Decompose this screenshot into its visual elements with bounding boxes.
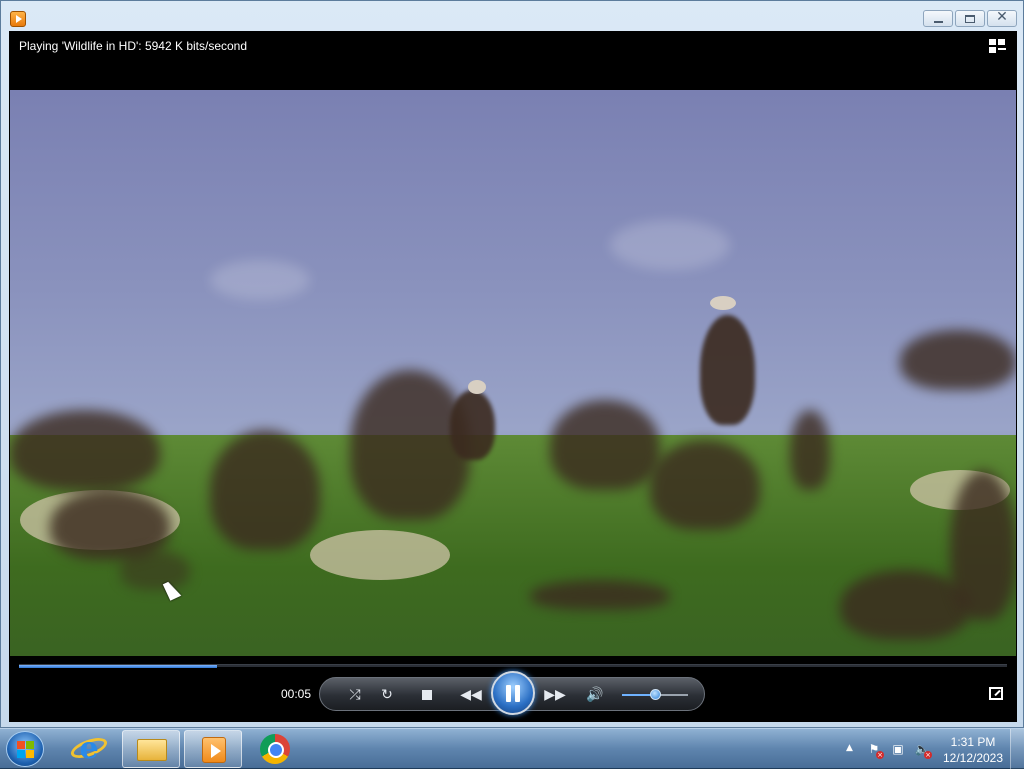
shuffle-icon[interactable]: ⤮ bbox=[344, 684, 366, 706]
video-cloud bbox=[610, 220, 730, 270]
media-player-window: ✕ Playing 'Wildlife in HD': 5942 K bits/… bbox=[0, 0, 1024, 728]
video-bird bbox=[550, 400, 660, 490]
action-center-flag-icon[interactable]: ⚑ × bbox=[866, 741, 884, 759]
video-bird bbox=[700, 315, 755, 425]
video-bird bbox=[10, 410, 160, 490]
now-playing-area: Playing 'Wildlife in HD': 5942 K bits/se… bbox=[9, 31, 1017, 722]
next-icon[interactable]: ▶▶ bbox=[540, 684, 570, 706]
video-bird-head bbox=[468, 380, 486, 394]
video-bird bbox=[530, 580, 670, 610]
minimize-icon bbox=[934, 21, 943, 23]
video-frame[interactable] bbox=[10, 90, 1016, 656]
video-sand bbox=[310, 530, 450, 580]
maximize-icon bbox=[965, 15, 975, 23]
video-bird bbox=[450, 390, 495, 460]
video-bird bbox=[120, 550, 190, 590]
seek-bar[interactable] bbox=[19, 664, 1007, 668]
taskbar-item-windows-media-player[interactable] bbox=[184, 730, 242, 768]
repeat-icon[interactable]: ↻ bbox=[376, 684, 398, 706]
close-icon: ✕ bbox=[996, 9, 1008, 25]
video-bird bbox=[650, 440, 760, 530]
taskbar-item-google-chrome[interactable] bbox=[246, 730, 304, 768]
video-bird bbox=[210, 430, 320, 550]
network-icon[interactable]: ▣ bbox=[890, 741, 906, 757]
show-desktop-button[interactable] bbox=[1010, 729, 1024, 769]
mute-icon[interactable]: 🔊 bbox=[584, 684, 606, 706]
clock-time: 1:31 PM bbox=[950, 735, 996, 749]
chrome-icon bbox=[260, 734, 290, 764]
start-button[interactable] bbox=[6, 731, 44, 767]
volume-slider-thumb[interactable] bbox=[650, 689, 661, 700]
folder-icon bbox=[137, 739, 167, 761]
elapsed-time: 00:05 bbox=[281, 687, 312, 701]
close-button[interactable]: ✕ bbox=[987, 9, 1017, 27]
volume-muted-icon[interactable]: 🔈 × bbox=[914, 741, 932, 759]
video-bird bbox=[900, 330, 1016, 390]
video-cloud bbox=[210, 260, 310, 300]
playback-status-text: Playing 'Wildlife in HD': 5942 K bits/se… bbox=[19, 39, 248, 53]
internet-explorer-icon: e bbox=[79, 731, 99, 766]
previous-icon[interactable]: ◀◀ bbox=[456, 684, 486, 706]
taskbar: e ▲ ⚑ × ▣ 🔈 × 1:31 PM 12/12/2023 bbox=[0, 728, 1024, 769]
title-bar[interactable]: ✕ bbox=[1, 1, 1023, 31]
switch-to-library-icon[interactable] bbox=[989, 39, 1007, 55]
clock-date: 12/12/2023 bbox=[942, 751, 1004, 765]
maximize-button[interactable] bbox=[955, 10, 985, 27]
video-bird bbox=[840, 570, 970, 640]
fullscreen-icon[interactable] bbox=[989, 687, 1003, 700]
stop-icon[interactable] bbox=[416, 684, 438, 706]
system-clock[interactable]: 1:31 PM 12/12/2023 bbox=[938, 734, 1008, 766]
pause-button[interactable] bbox=[491, 671, 535, 715]
video-bird bbox=[950, 470, 1016, 620]
pause-icon bbox=[515, 685, 520, 702]
show-hidden-icons-arrow[interactable]: ▲ bbox=[846, 743, 853, 753]
pause-icon bbox=[506, 685, 511, 702]
media-player-icon bbox=[202, 737, 226, 763]
video-bird-head bbox=[710, 296, 736, 310]
taskbar-item-internet-explorer[interactable]: e bbox=[60, 730, 118, 768]
minimize-button[interactable] bbox=[923, 10, 953, 27]
windows-media-player-icon bbox=[10, 11, 26, 27]
seek-bar-fill bbox=[19, 665, 217, 668]
taskbar-item-windows-explorer[interactable] bbox=[122, 730, 180, 768]
volume-slider[interactable] bbox=[622, 689, 688, 700]
window-controls: ✕ bbox=[923, 9, 1017, 27]
video-bird bbox=[790, 410, 830, 490]
